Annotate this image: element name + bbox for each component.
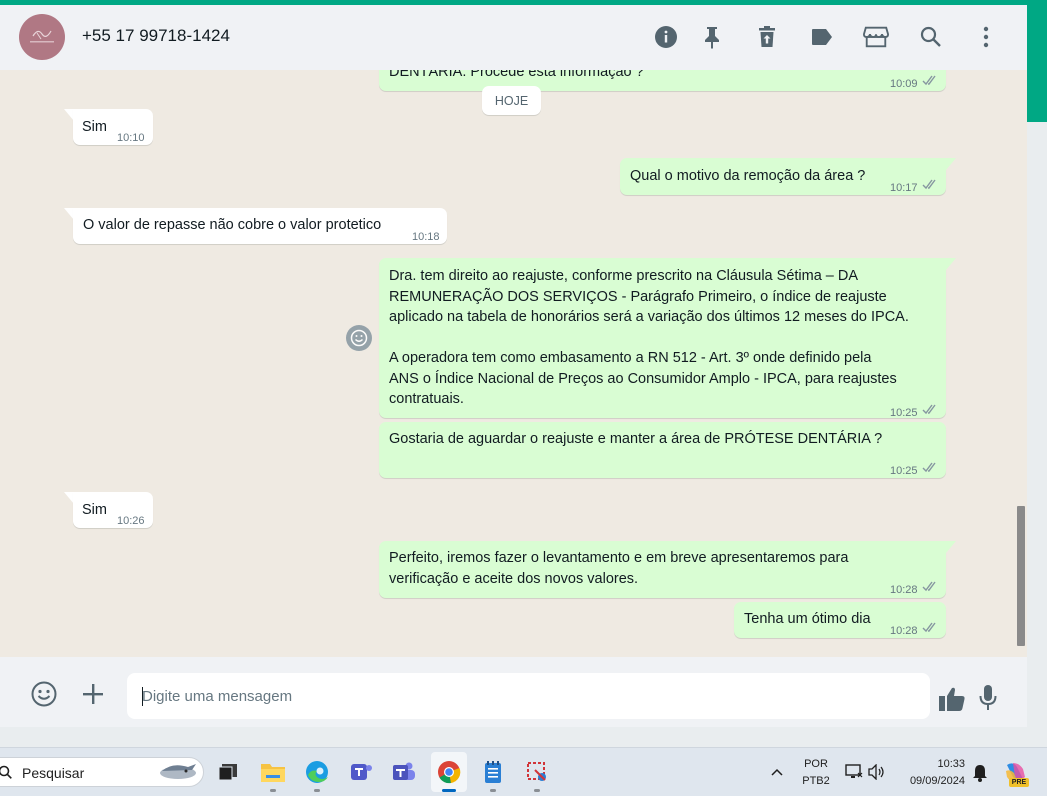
- message-time: 10:09: [890, 78, 918, 90]
- message-outgoing[interactable]: Qual o motivo da remoção da área ? 10:17: [620, 158, 946, 195]
- message-time: 10:10: [117, 132, 145, 144]
- teams-icon[interactable]: [348, 759, 374, 785]
- bubble-tail: [946, 158, 956, 170]
- message-line: ANS o Índice Nacional de Preços ao Consu…: [389, 370, 897, 387]
- read-ticks-icon: [922, 75, 936, 86]
- taskbar-search-label: Pesquisar: [22, 765, 85, 781]
- text-caret: [142, 687, 143, 706]
- react-emoji-icon[interactable]: [346, 325, 372, 351]
- copilot-preview-badge: PRE: [1009, 778, 1029, 787]
- message-input[interactable]: [127, 673, 930, 719]
- delete-icon[interactable]: [754, 24, 780, 50]
- info-icon[interactable]: [653, 24, 679, 50]
- message-time: 10:17: [890, 182, 918, 194]
- read-ticks-icon: [922, 622, 936, 633]
- notepad-icon[interactable]: [480, 759, 506, 785]
- search-icon: [0, 765, 12, 779]
- message-line: contratuais.: [389, 391, 464, 407]
- message-line: [389, 328, 941, 349]
- message-line: Perfeito, iremos fazer o levantamento e …: [389, 550, 849, 566]
- date-separator: HOJE: [482, 86, 541, 115]
- message-text: Dra. tem direito ao reajuste, conforme p…: [389, 266, 941, 410]
- read-ticks-icon: [922, 462, 936, 473]
- clock-time[interactable]: 10:33: [925, 758, 965, 770]
- chrome-browser-icon[interactable]: [436, 759, 462, 785]
- message-incoming[interactable]: O valor de repasse não cobre o valor pro…: [73, 208, 447, 244]
- taskbar-active-indicator: [442, 789, 456, 792]
- message-line: Dra. tem direito ao reajuste, conforme p…: [389, 268, 859, 284]
- read-ticks-icon: [922, 581, 936, 592]
- microphone-icon[interactable]: [975, 683, 1001, 713]
- clock-date[interactable]: 09/09/2024: [897, 775, 965, 787]
- notification-bell-icon[interactable]: [972, 764, 988, 782]
- message-time: 10:25: [890, 407, 918, 419]
- message-time: 10:26: [117, 515, 145, 527]
- thumbs-up-icon[interactable]: [937, 684, 967, 714]
- whatsapp-window: +55 17 99718-1424 DENTÁRIA. Procede esta…: [0, 5, 1027, 727]
- snipping-tool-icon[interactable]: [524, 759, 550, 785]
- window-right-accent: [1027, 5, 1047, 122]
- input-language-top[interactable]: POR: [798, 758, 834, 770]
- file-explorer-icon[interactable]: [260, 759, 286, 785]
- task-view-icon[interactable]: [215, 759, 241, 785]
- emoji-icon[interactable]: [30, 680, 58, 708]
- message-time: 10:28: [890, 625, 918, 637]
- read-ticks-icon: [922, 179, 936, 190]
- message-outgoing[interactable]: Tenha um ótimo dia 10:28: [734, 602, 946, 638]
- message-incoming[interactable]: Sim 10:26: [73, 492, 153, 528]
- message-time: 10:25: [890, 465, 918, 477]
- message-outgoing[interactable]: Gostaria de aguardar o reajuste e manter…: [379, 422, 946, 478]
- message-time: 10:28: [890, 584, 918, 596]
- message-list: DENTÁRIA. Procede esta informação ? 10:0…: [0, 70, 1027, 657]
- attach-plus-icon[interactable]: [79, 680, 107, 708]
- message-line: REMUNERAÇÃO DOS SERVIÇOS - Parágrafo Pri…: [389, 288, 887, 305]
- message-text: Qual o motivo da remoção da área ?: [630, 168, 866, 184]
- edge-browser-icon[interactable]: [304, 759, 330, 785]
- chat-header: +55 17 99718-1424: [0, 5, 1027, 70]
- teams-work-icon[interactable]: [391, 759, 417, 785]
- catalog-icon[interactable]: [863, 24, 889, 50]
- pin-icon[interactable]: [699, 24, 725, 50]
- message-text: Perfeito, iremos fazer o levantamento e …: [389, 548, 848, 589]
- message-line: A operadora tem como embasamento a RN 51…: [389, 350, 872, 366]
- message-outgoing[interactable]: Dra. tem direito ao reajuste, conforme p…: [379, 258, 946, 419]
- taskbar-running-indicator: [314, 789, 320, 792]
- taskbar-running-indicator: [534, 789, 540, 792]
- message-outgoing[interactable]: Perfeito, iremos fazer o levantamento e …: [379, 541, 946, 598]
- message-time: 10:18: [412, 231, 440, 243]
- message-text: Sim: [82, 502, 107, 518]
- read-ticks-icon: [922, 404, 936, 415]
- chevron-up-icon[interactable]: [771, 767, 783, 777]
- menu-icon[interactable]: [973, 24, 999, 50]
- bubble-tail: [946, 541, 956, 553]
- message-incoming[interactable]: Sim 10:10: [73, 109, 153, 145]
- windows-taskbar: Pesquisar POR PTB2 10:33 09/09/2024 PRE: [0, 747, 1047, 796]
- volume-icon[interactable]: [868, 764, 886, 780]
- message-text: O valor de repasse não cobre o valor pro…: [83, 217, 382, 233]
- message-outgoing[interactable]: DENTÁRIA. Procede esta informação ? 10:0…: [379, 70, 946, 91]
- message-text: Tenha um ótimo dia: [744, 611, 871, 627]
- window-right-edge: [1027, 122, 1047, 732]
- label-icon[interactable]: [809, 24, 835, 50]
- network-icon[interactable]: [845, 764, 863, 780]
- message-line: verificação e aceite dos novos valores.: [389, 570, 639, 587]
- contact-avatar[interactable]: [19, 14, 65, 60]
- message-text: Sim: [82, 119, 107, 135]
- contact-name[interactable]: +55 17 99718-1424: [82, 26, 230, 46]
- message-text: DENTÁRIA. Procede esta informação ?: [389, 70, 644, 80]
- message-composer: [0, 657, 1027, 727]
- message-line: aplicado na tabela de honorários será a …: [389, 309, 909, 325]
- chat-scrollbar-thumb[interactable]: [1017, 506, 1025, 646]
- taskbar-running-indicator: [490, 789, 496, 792]
- message-text: Gostaria de aguardar o reajuste e manter…: [389, 431, 883, 447]
- search-icon[interactable]: [918, 24, 944, 50]
- input-language-bottom[interactable]: PTB2: [798, 775, 834, 787]
- bubble-tail: [946, 258, 956, 270]
- taskbar-running-indicator: [270, 789, 276, 792]
- search-highlight-icon: [160, 764, 196, 779]
